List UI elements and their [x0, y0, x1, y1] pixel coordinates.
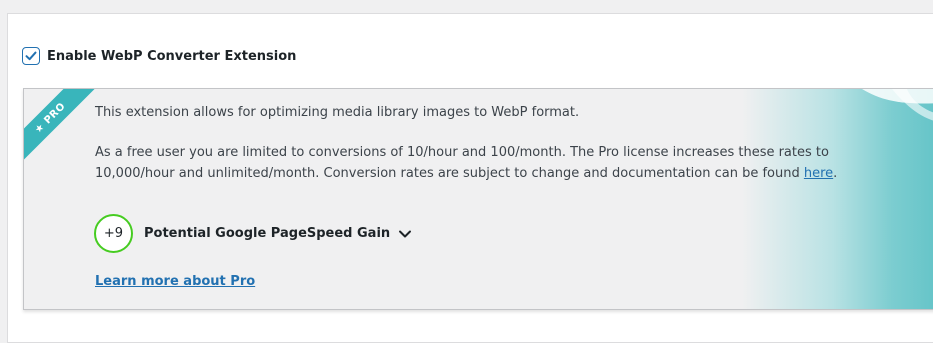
enable-webp-checkbox[interactable] [22, 47, 40, 65]
learn-more-pro-link[interactable]: Learn more about Pro [95, 274, 255, 289]
documentation-link[interactable]: here [804, 166, 833, 181]
chevron-down-icon[interactable] [398, 229, 412, 239]
pro-feature-box: ★ PRO This extension allows for optimizi… [23, 88, 933, 310]
check-icon [25, 51, 37, 61]
decorative-swirl [862, 89, 933, 121]
extension-description: This extension allows for optimizing med… [95, 105, 580, 120]
enable-webp-row[interactable]: Enable WebP Converter Extension [22, 47, 296, 65]
pagespeed-gain-toggle[interactable]: +9 Potential Google PageSpeed Gain [94, 214, 412, 253]
pagespeed-gain-badge: +9 [94, 214, 133, 253]
conversion-limits-text: As a free user you are limited to conver… [95, 142, 865, 184]
enable-webp-label[interactable]: Enable WebP Converter Extension [47, 49, 296, 64]
pagespeed-gain-label[interactable]: Potential Google PageSpeed Gain [144, 226, 390, 241]
pro-ribbon: ★ PRO [24, 89, 101, 169]
conversion-limits-body: As a free user you are limited to conver… [95, 145, 829, 181]
conversion-limits-end: . [833, 166, 838, 181]
